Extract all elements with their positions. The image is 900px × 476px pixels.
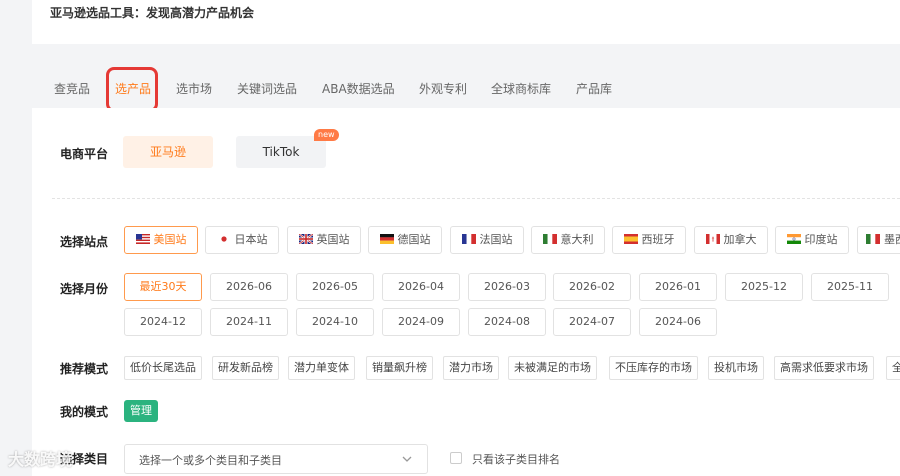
tab-competitor[interactable]: 查竞品 <box>54 80 90 97</box>
tool-tabs: 查竞品 选产品 选市场 关键词选品 ABA数据选品 外观专利 全球商标库 产品库 <box>32 64 900 108</box>
tab-design-patent[interactable]: 外观专利 <box>419 80 467 97</box>
month-chip[interactable]: 2025-12 <box>725 273 803 301</box>
watermark-logo: 大数跨境 <box>8 450 73 469</box>
site-uk-label: 英国站 <box>316 233 350 246</box>
site-us-label: 美国站 <box>153 233 187 246</box>
tab-trademark[interactable]: 全球商标库 <box>491 80 551 97</box>
month-chip[interactable]: 2024-12 <box>124 308 202 336</box>
subcategory-rank-label: 只看该子类目排名 <box>472 453 560 466</box>
month-chip[interactable]: 2024-10 <box>296 308 374 336</box>
manage-button[interactable]: 管理 <box>124 400 158 422</box>
jp-flag-icon <box>216 234 231 244</box>
page-header: 亚马逊选品工具：发现高潜力产品机会 <box>32 0 900 44</box>
month-chip[interactable]: 2026-01 <box>639 273 717 301</box>
site-jp-chip[interactable]: 日本站 <box>205 226 279 254</box>
month-chip[interactable]: 2026-05 <box>296 273 374 301</box>
site-es-chip[interactable]: 西班牙 <box>612 226 686 254</box>
in-flag-icon <box>786 234 801 244</box>
subcategory-rank-checkbox[interactable] <box>450 452 462 464</box>
site-mx-chip[interactable]: 墨西 <box>857 226 900 254</box>
site-ca-label: 加拿大 <box>723 233 757 246</box>
category-select[interactable]: 选择一个或多个类目和子类目 <box>124 444 428 474</box>
site-jp-label: 日本站 <box>234 233 268 246</box>
es-flag-icon <box>623 234 638 244</box>
mode-chip[interactable]: 不压库存的市场 <box>609 356 698 380</box>
page-title: 亚马逊选品工具：发现高潜力产品机会 <box>50 6 255 20</box>
site-es-label: 西班牙 <box>641 233 675 246</box>
site-us-chip[interactable]: 美国站 <box>124 226 198 254</box>
ca-flag-icon <box>705 234 720 244</box>
site-it-label: 意大利 <box>560 233 594 246</box>
my-mode-label: 我的模式 <box>60 405 109 419</box>
site-it-chip[interactable]: 意大利 <box>531 226 605 254</box>
platform-label: 电商平台 <box>60 147 109 161</box>
month-chip[interactable]: 2026-03 <box>468 273 546 301</box>
month-chip[interactable]: 2024-07 <box>553 308 631 336</box>
tab-product-library[interactable]: 产品库 <box>576 80 612 97</box>
site-ca-chip[interactable]: 加拿大 <box>694 226 768 254</box>
month-chip[interactable]: 2025-11 <box>811 273 889 301</box>
month-chip[interactable]: 2026-04 <box>382 273 460 301</box>
month-chip[interactable]: 2024-06 <box>639 308 717 336</box>
tab-aba-data[interactable]: ABA数据选品 <box>322 80 395 97</box>
platform-tiktok-button[interactable]: TikTok <box>236 136 326 168</box>
site-de-chip[interactable]: 德国站 <box>368 226 442 254</box>
mode-chip[interactable]: 低价长尾选品 <box>124 356 202 380</box>
mode-chip[interactable]: 未被满足的市场 <box>508 356 597 380</box>
tab-market[interactable]: 选市场 <box>176 80 212 97</box>
month-chip[interactable]: 2026-06 <box>210 273 288 301</box>
mx-flag-icon <box>866 234 880 244</box>
site-uk-chip[interactable]: 英国站 <box>287 226 361 254</box>
section-divider <box>52 198 900 199</box>
mode-chip[interactable]: 潜力单变体 <box>288 356 355 380</box>
mode-chip[interactable]: 销量飙升榜 <box>366 356 433 380</box>
month-chip-recent-30[interactable]: 最近30天 <box>124 273 202 301</box>
category-placeholder: 选择一个或多个类目和子类目 <box>139 454 282 467</box>
active-tab-highlight-box <box>106 67 158 112</box>
site-label: 选择站点 <box>60 235 109 249</box>
platform-amazon-button[interactable]: 亚马逊 <box>123 136 213 168</box>
site-mx-label: 墨西 <box>884 233 900 246</box>
mode-chip[interactable]: 高需求低要求市场 <box>774 356 874 380</box>
mode-chip[interactable]: 投机市场 <box>708 356 764 380</box>
mode-chip[interactable]: 潜力市场 <box>443 356 499 380</box>
month-chip[interactable]: 2024-11 <box>210 308 288 336</box>
chevron-down-icon <box>402 456 412 462</box>
site-fr-chip[interactable]: 法国站 <box>450 226 524 254</box>
tab-keyword[interactable]: 关键词选品 <box>237 80 297 97</box>
uk-flag-icon <box>298 234 313 244</box>
mode-chip[interactable]: 研发新品榜 <box>212 356 279 380</box>
month-chip[interactable]: 2026-02 <box>553 273 631 301</box>
it-flag-icon <box>542 234 557 244</box>
month-label: 选择月份 <box>60 282 109 296</box>
us-flag-icon <box>135 234 150 244</box>
site-in-label: 印度站 <box>804 233 838 246</box>
new-badge: new <box>314 129 339 141</box>
site-in-chip[interactable]: 印度站 <box>775 226 849 254</box>
fr-flag-icon <box>461 234 476 244</box>
site-de-label: 德国站 <box>397 233 431 246</box>
month-chip[interactable]: 2024-09 <box>382 308 460 336</box>
mode-chip[interactable]: 全 <box>886 356 900 380</box>
mode-label: 推荐模式 <box>60 362 109 376</box>
month-chip[interactable]: 2024-08 <box>468 308 546 336</box>
de-flag-icon <box>379 234 394 244</box>
site-fr-label: 法国站 <box>479 233 513 246</box>
